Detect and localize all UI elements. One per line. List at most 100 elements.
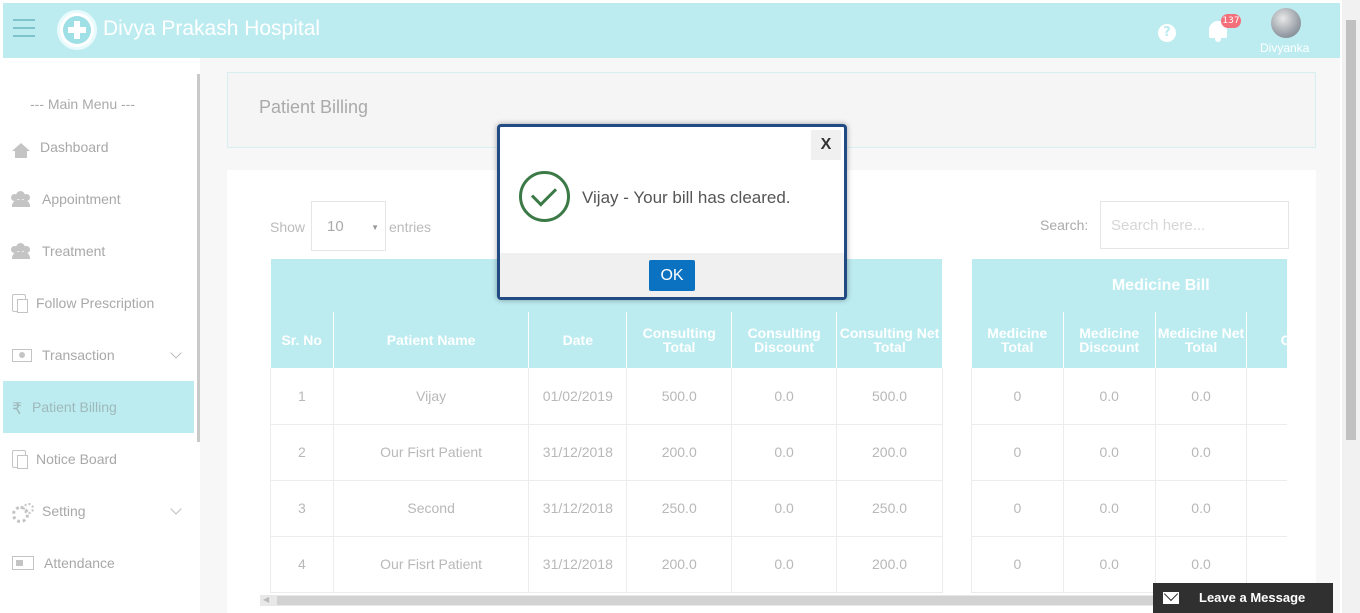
cell-date: 31/12/2018: [528, 536, 628, 593]
brand-title: Divya Prakash Hospital: [103, 17, 321, 40]
cell-consulting-discount: 0.0: [731, 480, 838, 537]
sidebar-item-dashboard[interactable]: Dashboard: [3, 121, 194, 173]
column-header[interactable]: Medicine Discount: [1063, 312, 1156, 368]
success-dialog: X Vijay - Your bill has cleared. OK: [497, 124, 847, 300]
envelope-icon: [1163, 592, 1179, 604]
table-row: 4 Our Fisrt Patient 31/12/2018 200.0 0.0…: [270, 536, 943, 593]
table-row: 0 0.0 0.0 5: [971, 368, 1287, 425]
sidebar-item-notice-board[interactable]: Notice Board: [3, 433, 194, 485]
column-header[interactable]: Date: [528, 312, 628, 368]
column-header[interactable]: Gr To: [1246, 312, 1287, 368]
cell-date: 31/12/2018: [528, 424, 628, 481]
caret-down-icon: ▼: [371, 223, 379, 232]
close-button[interactable]: X: [811, 130, 841, 160]
table-row: 0 0.0 0.0 2: [971, 424, 1287, 481]
cell-consulting-total: 500.0: [626, 368, 733, 425]
sidebar-item-label: Treatment: [42, 243, 106, 259]
sidebar-item-attendance[interactable]: Attendance: [3, 537, 194, 589]
search-input[interactable]: [1100, 201, 1289, 249]
cell-consulting-net: 200.0: [836, 536, 943, 593]
column-header[interactable]: Consulting Total: [626, 312, 733, 368]
help-icon[interactable]: ?: [1158, 24, 1176, 42]
cell-medicine-total: 0: [971, 368, 1064, 425]
sidebar-item-label: Follow Prescription: [36, 295, 155, 311]
cell-patient-name: Vijay: [333, 368, 530, 425]
cell-sr: 2: [270, 424, 334, 481]
hamburger-menu-icon[interactable]: [13, 19, 35, 37]
copy-icon: [12, 450, 28, 469]
scrollbar-thumb[interactable]: [1346, 20, 1356, 440]
cell-grand-total: 2: [1246, 424, 1287, 481]
sidebar-item-setting[interactable]: Setting: [3, 485, 194, 537]
sidebar-item-label: Appointment: [42, 191, 121, 207]
scroll-left-icon[interactable]: ◀: [263, 595, 269, 604]
chevron-down-icon: [170, 503, 182, 515]
cell-grand-total: 2: [1246, 480, 1287, 537]
column-header[interactable]: Consulting Net Total: [836, 312, 943, 368]
sidebar: --- Main Menu --- Dashboard Appointment …: [3, 58, 203, 613]
show-label: Show: [270, 219, 306, 235]
medicine-group-header: Medicine Bill: [971, 259, 1287, 312]
dialog-message: Vijay - Your bill has cleared.: [582, 188, 791, 207]
sidebar-item-label: Transaction: [42, 347, 115, 363]
cell-medicine-net: 0.0: [1155, 368, 1248, 425]
cell-grand-total: 5: [1246, 368, 1287, 425]
copy-icon: [12, 294, 28, 313]
sidebar-item-patient-billing[interactable]: ₹ Patient Billing: [3, 381, 194, 433]
cell-patient-name: Our Fisrt Patient: [333, 536, 530, 593]
column-header[interactable]: Medicine Total: [971, 312, 1064, 368]
cell-patient-name: Second: [333, 480, 530, 537]
sidebar-item-appointment[interactable]: Appointment: [3, 173, 194, 225]
cell-consulting-discount: 0.0: [731, 424, 838, 481]
user-name[interactable]: Divyanka: [1260, 41, 1309, 55]
sidebar-item-treatment[interactable]: Treatment: [3, 225, 194, 277]
newspaper-icon: [12, 556, 34, 570]
cell-consulting-discount: 0.0: [731, 368, 838, 425]
money-icon: [12, 348, 32, 362]
page-vertical-scrollbar[interactable]: [1342, 0, 1360, 613]
home-icon: [12, 143, 30, 158]
sidebar-item-label: Dashboard: [40, 139, 109, 155]
table-row: 0 0.0 0.0 2: [971, 480, 1287, 537]
notification-count-badge: 137: [1221, 14, 1241, 28]
leave-message-label: Leave a Message: [1199, 590, 1306, 605]
cell-medicine-total: 0: [971, 424, 1064, 481]
column-header[interactable]: Patient Name: [333, 312, 530, 368]
entries-value: 10: [327, 218, 344, 235]
cell-medicine-discount: 0.0: [1063, 536, 1156, 593]
consulting-table: Sr. No Patient Name Date Consulting Tota…: [270, 259, 943, 593]
sidebar-item-label: Notice Board: [36, 451, 117, 467]
entries-select[interactable]: 10 ▼: [311, 201, 386, 251]
column-header[interactable]: Consulting Discount: [731, 312, 838, 368]
cell-consulting-net: 200.0: [836, 424, 943, 481]
cogs-icon: [12, 503, 34, 523]
search-label: Search:: [1040, 217, 1089, 233]
leave-message-widget[interactable]: Leave a Message: [1153, 583, 1333, 613]
entries-label: entries: [389, 219, 432, 235]
column-header[interactable]: Sr. No: [270, 312, 334, 368]
rupee-icon: ₹: [12, 401, 23, 418]
cell-consulting-net: 250.0: [836, 480, 943, 537]
user-avatar[interactable]: [1271, 8, 1301, 38]
scrollbar-thumb[interactable]: [277, 596, 1287, 605]
check-circle-icon: [519, 171, 570, 222]
cell-medicine-discount: 0.0: [1063, 368, 1156, 425]
cell-date: 01/02/2019: [528, 368, 628, 425]
sidebar-item-follow-prescription[interactable]: Follow Prescription: [3, 277, 194, 329]
cell-consulting-discount: 0.0: [731, 536, 838, 593]
cell-consulting-total: 250.0: [626, 480, 733, 537]
cell-sr: 4: [270, 536, 334, 593]
cell-medicine-discount: 0.0: [1063, 424, 1156, 481]
cell-medicine-total: 0: [971, 480, 1064, 537]
ok-button[interactable]: OK: [649, 260, 695, 291]
column-header[interactable]: Medicine Net Total: [1155, 312, 1248, 368]
table-row: 3 Second 31/12/2018 250.0 0.0 250.0: [270, 480, 943, 537]
cell-consulting-total: 200.0: [626, 536, 733, 593]
users-icon: [12, 191, 32, 207]
sidebar-item-label: Patient Billing: [32, 399, 117, 415]
table-row: 2 Our Fisrt Patient 31/12/2018 200.0 0.0…: [270, 424, 943, 481]
table-horizontal-scrollbar[interactable]: ◀: [260, 595, 1287, 606]
users-icon: [12, 243, 32, 259]
sidebar-item-transaction[interactable]: Transaction: [3, 329, 194, 381]
top-navbar: Divya Prakash Hospital ? 137 Divyanka: [3, 3, 1340, 58]
